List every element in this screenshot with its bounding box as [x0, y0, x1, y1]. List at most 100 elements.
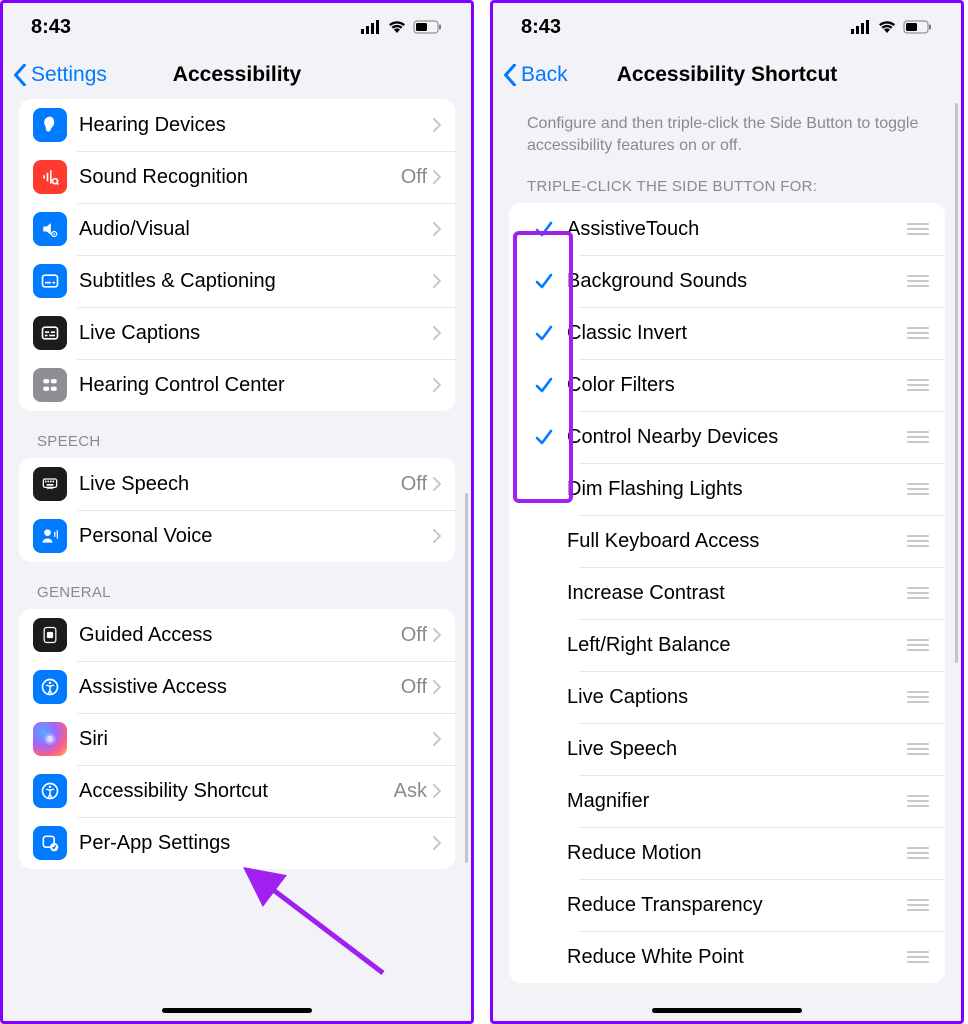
- drag-handle-icon[interactable]: [905, 743, 931, 755]
- row-label: AssistiveTouch: [567, 218, 905, 241]
- row-label: Control Nearby Devices: [567, 426, 905, 449]
- shortcut-row[interactable]: Magnifier: [509, 775, 945, 827]
- settings-row[interactable]: Audio/Visual: [19, 203, 455, 255]
- row-label: Dim Flashing Lights: [567, 478, 905, 501]
- phone-right: 8:43 Back Accessibility Shortcut Configu…: [490, 0, 964, 1024]
- status-bar: 8:43: [493, 3, 961, 51]
- row-label: Increase Contrast: [567, 582, 905, 605]
- settings-row[interactable]: Siri: [19, 713, 455, 765]
- row-label: Live Captions: [79, 322, 433, 345]
- settings-row[interactable]: Subtitles & Captioning: [19, 255, 455, 307]
- shortcut-row[interactable]: Full Keyboard Access: [509, 515, 945, 567]
- row-label: Personal Voice: [79, 525, 433, 548]
- scroll-area[interactable]: Hearing DevicesSound RecognitionOffAudio…: [3, 99, 471, 1021]
- shortcut-row[interactable]: Reduce White Point: [509, 931, 945, 983]
- row-label: Hearing Devices: [79, 114, 433, 137]
- shortcut-row[interactable]: Dim Flashing Lights: [509, 463, 945, 515]
- status-icons: [361, 20, 443, 34]
- drag-handle-icon[interactable]: [905, 587, 931, 599]
- chevron-right-icon: [433, 836, 441, 850]
- chevron-right-icon: [433, 628, 441, 642]
- personal-voice-icon: [33, 519, 67, 553]
- section-header-general: GENERAL: [19, 562, 455, 609]
- settings-row[interactable]: Sound RecognitionOff: [19, 151, 455, 203]
- row-label: Guided Access: [79, 624, 401, 647]
- status-bar: 8:43: [3, 3, 471, 51]
- status-time: 8:43: [521, 16, 561, 39]
- row-label: Sound Recognition: [79, 166, 401, 189]
- scroll-area[interactable]: Configure and then triple-click the Side…: [493, 99, 961, 1021]
- drag-handle-icon[interactable]: [905, 327, 931, 339]
- chevron-right-icon: [433, 326, 441, 340]
- row-label: Reduce White Point: [567, 946, 905, 969]
- chevron-left-icon: [503, 64, 517, 86]
- shortcut-row[interactable]: Reduce Motion: [509, 827, 945, 879]
- section-header-speech: SPEECH: [19, 411, 455, 458]
- drag-handle-icon[interactable]: [905, 899, 931, 911]
- sound-recog-icon: [33, 160, 67, 194]
- chevron-right-icon: [433, 118, 441, 132]
- scrollbar[interactable]: [955, 103, 958, 663]
- drag-handle-icon[interactable]: [905, 483, 931, 495]
- live-captions-icon: [33, 316, 67, 350]
- shortcut-row[interactable]: Background Sounds: [509, 255, 945, 307]
- scrollbar[interactable]: [465, 493, 468, 863]
- home-indicator[interactable]: [162, 1008, 312, 1013]
- settings-row[interactable]: Live Captions: [19, 307, 455, 359]
- phone-left: 8:43 Settings Accessibility Hearing Devi…: [0, 0, 474, 1024]
- back-button[interactable]: Back: [503, 63, 568, 87]
- settings-row[interactable]: Live SpeechOff: [19, 458, 455, 510]
- settings-row[interactable]: Personal Voice: [19, 510, 455, 562]
- shortcut-row[interactable]: AssistiveTouch: [509, 203, 945, 255]
- hearing-group: Hearing DevicesSound RecognitionOffAudio…: [19, 99, 455, 411]
- shortcut-row[interactable]: Color Filters: [509, 359, 945, 411]
- settings-row[interactable]: Per-App Settings: [19, 817, 455, 869]
- wifi-icon: [387, 20, 407, 34]
- settings-row[interactable]: Hearing Devices: [19, 99, 455, 151]
- drag-handle-icon[interactable]: [905, 431, 931, 443]
- speech-group: Live SpeechOff Personal Voice: [19, 458, 455, 562]
- row-value: Off: [401, 166, 427, 189]
- drag-handle-icon[interactable]: [905, 639, 931, 651]
- shortcut-row[interactable]: Classic Invert: [509, 307, 945, 359]
- checkmark-icon: [521, 375, 567, 395]
- accessibility-shortcut-icon: [33, 774, 67, 808]
- drag-handle-icon[interactable]: [905, 691, 931, 703]
- settings-row[interactable]: Hearing Control Center: [19, 359, 455, 411]
- drag-handle-icon[interactable]: [905, 847, 931, 859]
- row-label: Per-App Settings: [79, 832, 433, 855]
- back-label: Back: [521, 63, 568, 87]
- chevron-right-icon: [433, 680, 441, 694]
- settings-row[interactable]: Assistive AccessOff: [19, 661, 455, 713]
- guided-access-icon: [33, 618, 67, 652]
- home-indicator[interactable]: [652, 1008, 802, 1013]
- shortcut-row[interactable]: Live Captions: [509, 671, 945, 723]
- drag-handle-icon[interactable]: [905, 275, 931, 287]
- chevron-right-icon: [433, 378, 441, 392]
- drag-handle-icon[interactable]: [905, 535, 931, 547]
- drag-handle-icon[interactable]: [905, 951, 931, 963]
- shortcut-row[interactable]: Live Speech: [509, 723, 945, 775]
- settings-row[interactable]: Guided AccessOff: [19, 609, 455, 661]
- chevron-right-icon: [433, 732, 441, 746]
- drag-handle-icon[interactable]: [905, 223, 931, 235]
- row-label: Magnifier: [567, 790, 905, 813]
- row-value: Off: [401, 676, 427, 699]
- chevron-right-icon: [433, 170, 441, 184]
- shortcut-row[interactable]: Increase Contrast: [509, 567, 945, 619]
- settings-row[interactable]: Accessibility ShortcutAsk: [19, 765, 455, 817]
- row-label: Live Captions: [567, 686, 905, 709]
- row-label: Assistive Access: [79, 676, 401, 699]
- checkmark-icon: [521, 271, 567, 291]
- row-label: Color Filters: [567, 374, 905, 397]
- drag-handle-icon[interactable]: [905, 379, 931, 391]
- row-label: Background Sounds: [567, 270, 905, 293]
- back-button[interactable]: Settings: [13, 63, 107, 87]
- drag-handle-icon[interactable]: [905, 795, 931, 807]
- shortcut-row[interactable]: Left/Right Balance: [509, 619, 945, 671]
- row-label: Left/Right Balance: [567, 634, 905, 657]
- hearing-control-icon: [33, 368, 67, 402]
- shortcut-row[interactable]: Control Nearby Devices: [509, 411, 945, 463]
- description-text: Configure and then triple-click the Side…: [509, 99, 945, 156]
- shortcut-row[interactable]: Reduce Transparency: [509, 879, 945, 931]
